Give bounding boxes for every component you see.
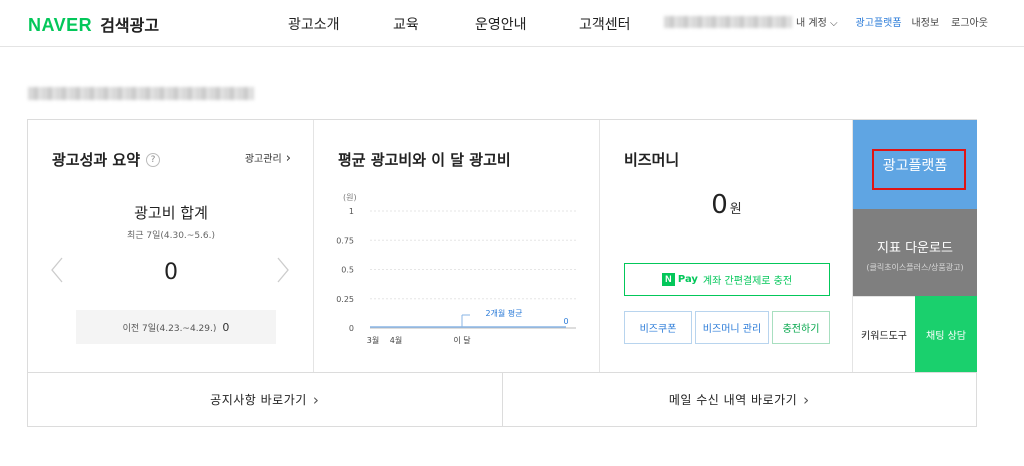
x-tick-label: 3월: [367, 335, 379, 345]
global-nav: 광고소개 교육 운영안내 고객센터: [288, 14, 659, 34]
previous-period-box: 이전 7일(4.23.~4.29.) 0: [76, 310, 276, 344]
y-tick-label: 0: [349, 324, 354, 333]
bottom-links: 공지사항 바로가기 메일 수신 내역 바로가기: [28, 372, 976, 426]
naver-logo[interactable]: NAVER: [28, 15, 92, 36]
panel-title: 광고성과 요약 ?: [52, 149, 161, 170]
y-tick-label: 1: [349, 207, 354, 216]
x-tick-label: 이 달: [453, 335, 471, 345]
previous-period-value: 0: [222, 320, 230, 334]
ad-platform-link[interactable]: 광고플랫폼: [856, 14, 902, 29]
biz-coupon-button[interactable]: 비즈쿠폰: [624, 311, 692, 344]
naver-pay-charge-button[interactable]: N Pay 계좌 간편결제로 충전: [624, 263, 830, 296]
nav-operation-guide[interactable]: 운영안내: [475, 14, 579, 34]
naver-pay-label: Pay: [677, 274, 698, 285]
previous-period-label: 이전 7일(4.23.~4.29.): [122, 323, 217, 334]
bizmoney-value: 0: [711, 190, 728, 220]
my-info-link[interactable]: 내정보: [912, 14, 940, 29]
ad-manage-link[interactable]: 광고관리: [245, 150, 291, 166]
chat-support-button[interactable]: 채팅 상담: [915, 296, 977, 372]
notice-link[interactable]: 공지사항 바로가기: [28, 373, 503, 426]
naver-pay-charge-label: 계좌 간편결제로 충전: [702, 276, 793, 287]
metric-period: 최근 7일(4.30.~5.6.): [126, 231, 216, 241]
charge-button[interactable]: 충전하기: [772, 311, 830, 344]
ad-platform-button[interactable]: 광고플랫폼: [853, 120, 977, 209]
help-icon[interactable]: ?: [146, 152, 161, 167]
x-tick-label: 4월: [390, 335, 402, 345]
account-name-redacted: [664, 15, 792, 28]
avg-cost-chart: (원) 1 0.75 0.5 0.25 0 3월 4월 이 달 2개월 평균 0: [336, 193, 576, 345]
y-tick-label: 0.25: [336, 295, 354, 304]
advertiser-name-redacted: [28, 87, 254, 100]
metric-value: 0: [164, 260, 178, 285]
service-name[interactable]: 검색광고: [100, 12, 159, 36]
nav-education[interactable]: 교육: [393, 14, 475, 34]
summary-title: 광고성과 요약: [52, 151, 141, 169]
bizmoney-panel: 비즈머니 0원 N Pay 계좌 간편결제로 충전 비즈쿠폰 비즈머니 관리 충전…: [600, 120, 853, 372]
dashboard-panels: 광고성과 요약 ? 광고관리 광고비 합계 최근 7일(4.30.~5.6.) …: [27, 119, 977, 427]
report-download-button[interactable]: 지표 다운로드 (클릭초이스플러스/상품광고): [853, 209, 977, 296]
logout-link[interactable]: 로그아웃: [951, 14, 988, 29]
highlight-box: [872, 149, 966, 190]
y-tick-label: 0.75: [336, 236, 354, 245]
avg-annotation: 2개월 평균: [485, 308, 522, 318]
bizmoney-balance: 0원: [600, 190, 853, 220]
y-tick-label: 0.5: [341, 266, 354, 275]
month-value-annotation: 0: [563, 317, 568, 326]
bizmoney-unit: 원: [729, 202, 742, 217]
nav-ad-intro[interactable]: 광고소개: [288, 14, 393, 34]
account-dropdown[interactable]: 내 계정: [796, 14, 838, 29]
bizmoney-title: 비즈머니: [624, 151, 680, 169]
y-unit-label: (원): [343, 193, 357, 202]
utility-menu: 내 계정 광고플랫폼 내정보 로그아웃: [664, 14, 988, 29]
performance-summary-panel: 광고성과 요약 ? 광고관리 광고비 합계 최근 7일(4.30.~5.6.) …: [28, 120, 314, 372]
global-header: NAVER 검색광고 광고소개 교육 운영안내 고객센터 내 계정 광고플랫폼 …: [0, 0, 1024, 47]
report-download-label: 지표 다운로드: [877, 241, 953, 256]
quick-menu: 광고플랫폼 지표 다운로드 (클릭초이스플러스/상품광고) 키워드도구 채팅 상…: [853, 120, 977, 372]
mail-history-link[interactable]: 메일 수신 내역 바로가기: [503, 373, 977, 426]
bizmoney-actions: 비즈쿠폰 비즈머니 관리 충전하기: [624, 311, 830, 344]
next-metric-arrow-icon[interactable]: [276, 256, 290, 284]
keyword-tool-button[interactable]: 키워드도구: [853, 296, 915, 372]
naver-n-icon: N: [661, 273, 675, 286]
naver-pay-logo: N Pay: [661, 273, 698, 286]
avg-cost-panel: 평균 광고비와 이 달 광고비 (원) 1 0.75 0.5 0.25 0 3월 4월 이 달2…: [314, 120, 600, 372]
bizmoney-manage-button[interactable]: 비즈머니 관리: [695, 311, 769, 344]
logo[interactable]: NAVER 검색광고: [28, 12, 159, 36]
nav-customer-center[interactable]: 고객센터: [579, 14, 659, 34]
metric-label: 광고비 합계: [134, 204, 208, 222]
report-download-sublabel: (클릭초이스플러스/상품광고): [866, 263, 964, 272]
